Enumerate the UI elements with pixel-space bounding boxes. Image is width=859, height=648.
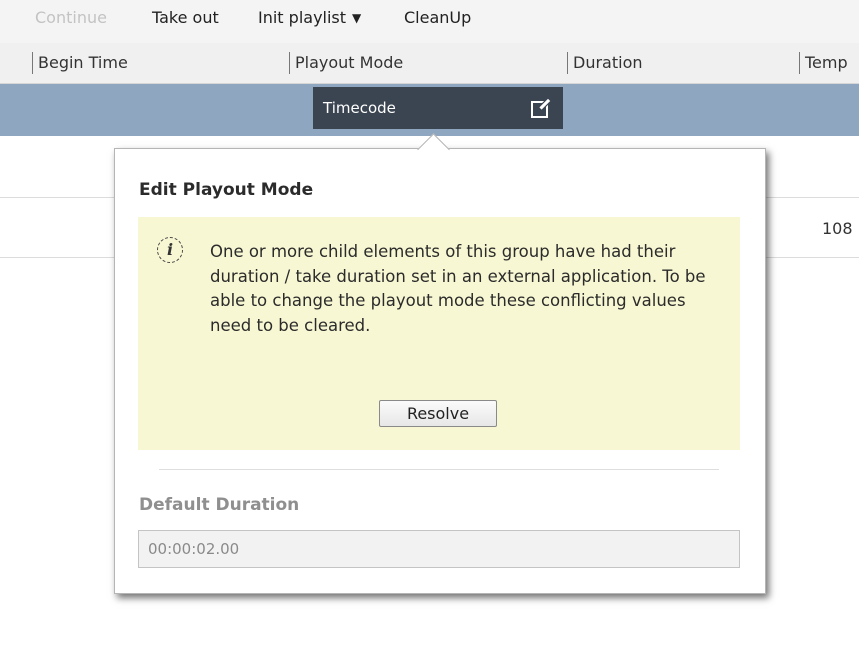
divider [159,469,719,470]
playlist-view: Continue Take out Init playlist ▼ CleanUp… [0,0,859,648]
selected-row[interactable]: Timecode [0,84,859,136]
resolve-button[interactable]: Resolve [379,400,497,427]
popup-title: Edit Playout Mode [139,180,314,200]
continue-button[interactable]: Continue [35,7,107,29]
playout-mode-value: Timecode [323,99,396,117]
info-message-text: One or more child elements of this group… [210,242,706,335]
column-header-playout-mode[interactable]: Playout Mode [289,52,565,74]
init-playlist-dropdown[interactable]: Init playlist ▼ [258,7,361,29]
info-icon: i [157,237,183,263]
column-header-duration[interactable]: Duration [567,52,798,74]
column-headers: Begin Time Playout Mode Duration Temp [0,43,859,84]
caret-down-icon: ▼ [352,11,362,25]
edit-icon[interactable] [529,96,553,120]
toolbar: Continue Take out Init playlist ▼ CleanUp [0,0,859,43]
column-header-begin-time[interactable]: Begin Time [32,52,288,74]
temp-cell: 108 [822,219,853,238]
default-duration-field[interactable] [138,530,740,568]
info-message-box: i One or more child elements of this gro… [138,217,740,450]
column-header-temp[interactable]: Temp [799,52,859,74]
cleanup-button[interactable]: CleanUp [404,7,471,29]
init-playlist-label: Init playlist [258,8,347,27]
default-duration-label: Default Duration [139,495,300,515]
edit-playout-mode-popup: Edit Playout Mode i One or more child el… [114,148,766,594]
playout-mode-dropdown[interactable]: Timecode [313,87,563,129]
take-out-button[interactable]: Take out [152,7,219,29]
